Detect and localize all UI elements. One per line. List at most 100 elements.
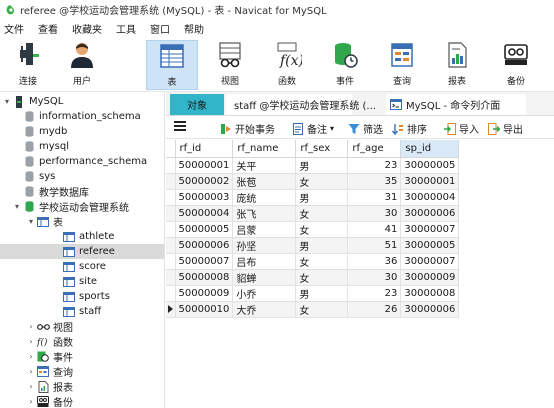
- tab-staff-table[interactable]: staff @学校运动会管理系统 (...: [226, 94, 376, 115]
- tree-tables-group[interactable]: ▾ 表: [26, 214, 63, 229]
- tree-table-sports[interactable]: sports: [62, 289, 110, 304]
- cell-rf-age[interactable]: 35: [347, 173, 402, 190]
- column-header-rf-age[interactable]: rf_age: [347, 140, 402, 158]
- toolbar-user-button[interactable]: 用户: [62, 40, 102, 90]
- row-marker[interactable]: [166, 157, 176, 174]
- cell-rf-sex[interactable]: 女: [295, 269, 349, 286]
- cell-rf-sex[interactable]: 男: [295, 237, 349, 254]
- table-row[interactable]: 50000010 大乔 女 26 30000006: [166, 301, 460, 318]
- row-marker[interactable]: [166, 285, 176, 302]
- cell-sp-id[interactable]: 30000006: [400, 205, 460, 222]
- cell-rf-sex[interactable]: 女: [295, 301, 349, 318]
- chevron-right-icon[interactable]: ›: [26, 367, 36, 376]
- cell-sp-id[interactable]: 30000008: [400, 285, 460, 302]
- cell-rf-id[interactable]: 50000009: [175, 285, 234, 302]
- tree-reports-group[interactable]: › 报表: [26, 379, 73, 394]
- cell-rf-sex[interactable]: 男: [295, 157, 349, 174]
- row-marker[interactable]: [166, 253, 176, 270]
- cell-rf-age[interactable]: 30: [347, 269, 402, 286]
- column-header-rf-name[interactable]: rf_name: [232, 140, 297, 158]
- table-row[interactable]: 50000006 孙坚 男 51 30000005: [166, 237, 460, 254]
- toolbar-backup-button[interactable]: 备份: [496, 40, 536, 90]
- tree-database[interactable]: mydb: [22, 124, 67, 139]
- menu-icon[interactable]: [174, 121, 186, 131]
- tree-views-group[interactable]: › 视图: [26, 319, 73, 334]
- tree-database[interactable]: 教学数据库: [22, 184, 89, 199]
- tree-table-referee[interactable]: referee: [0, 244, 164, 259]
- toolbar-query-button[interactable]: 查询: [382, 40, 422, 90]
- cell-rf-name[interactable]: 吕布: [232, 253, 297, 270]
- cell-rf-id[interactable]: 50000005: [175, 221, 234, 238]
- cell-rf-age[interactable]: 41: [347, 221, 402, 238]
- tree-database[interactable]: information_schema: [22, 109, 141, 124]
- cell-rf-id[interactable]: 50000001: [175, 157, 234, 174]
- export-button[interactable]: 导出: [488, 121, 523, 136]
- chevron-right-icon[interactable]: ›: [26, 352, 36, 361]
- filter-button[interactable]: 筛选: [348, 121, 383, 136]
- tree-database[interactable]: sys: [22, 169, 55, 184]
- menu-favorites[interactable]: 收藏夹: [72, 21, 102, 36]
- toolbar-event-button[interactable]: 事件: [325, 40, 365, 90]
- tree-table-score[interactable]: score: [62, 259, 106, 274]
- cell-rf-age[interactable]: 36: [347, 253, 402, 270]
- table-row[interactable]: 50000001 关平 男 23 30000005: [166, 157, 460, 174]
- row-marker[interactable]: [166, 237, 176, 254]
- cell-rf-id[interactable]: 50000004: [175, 205, 234, 222]
- cell-rf-sex[interactable]: 女: [295, 253, 349, 270]
- cell-rf-sex[interactable]: 男: [295, 285, 349, 302]
- table-row[interactable]: 50000004 张飞 女 30 30000006: [166, 205, 460, 222]
- cell-rf-age[interactable]: 31: [347, 189, 402, 206]
- toolbar-view-button[interactable]: 视图: [210, 40, 250, 90]
- toolbar-connect-button[interactable]: 连接: [8, 40, 48, 90]
- cell-sp-id[interactable]: 30000004: [400, 189, 460, 206]
- cell-rf-id[interactable]: 50000010: [175, 301, 234, 318]
- cell-sp-id[interactable]: 30000006: [400, 301, 460, 318]
- cell-sp-id[interactable]: 30000005: [400, 237, 460, 254]
- begin-transaction-button[interactable]: 开始事务: [220, 121, 275, 136]
- cell-rf-name[interactable]: 吕蒙: [232, 221, 297, 238]
- cell-rf-sex[interactable]: 女: [295, 221, 349, 238]
- tab-mysql-console[interactable]: MySQL - 命令列介面: [386, 94, 526, 115]
- cell-rf-id[interactable]: 50000002: [175, 173, 234, 190]
- cell-rf-age[interactable]: 30: [347, 205, 402, 222]
- cell-rf-id[interactable]: 50000007: [175, 253, 234, 270]
- tree-table-athlete[interactable]: athlete: [62, 229, 114, 244]
- menu-help[interactable]: 帮助: [184, 21, 204, 36]
- cell-rf-id[interactable]: 50000008: [175, 269, 234, 286]
- table-row[interactable]: 50000008 貂蝉 女 30 30000009: [166, 269, 460, 286]
- cell-rf-name[interactable]: 张飞: [232, 205, 297, 222]
- cell-rf-age[interactable]: 51: [347, 237, 402, 254]
- chevron-right-icon[interactable]: ›: [26, 322, 36, 331]
- chevron-down-icon[interactable]: ▾: [26, 217, 36, 226]
- menu-view[interactable]: 查看: [38, 21, 58, 36]
- cell-rf-age[interactable]: 26: [347, 301, 402, 318]
- tree-queries-group[interactable]: › 查询: [26, 364, 73, 379]
- table-row[interactable]: 50000009 小乔 男 23 30000008: [166, 285, 460, 302]
- memo-button[interactable]: 备注 ▾: [292, 121, 334, 136]
- chevron-right-icon[interactable]: ›: [26, 337, 36, 346]
- table-row[interactable]: 50000002 张苞 女 35 30000001: [166, 173, 460, 190]
- cell-rf-name[interactable]: 大乔: [232, 301, 297, 318]
- chevron-down-icon[interactable]: ▾: [2, 97, 12, 106]
- cell-rf-name[interactable]: 张苞: [232, 173, 297, 190]
- cell-sp-id[interactable]: 30000001: [400, 173, 460, 190]
- current-row-marker[interactable]: [166, 301, 176, 318]
- row-marker[interactable]: [166, 189, 176, 206]
- tree-database-open[interactable]: ▾ 学校运动会管理系统: [12, 199, 129, 214]
- chevron-right-icon[interactable]: ›: [26, 382, 36, 391]
- toolbar-report-button[interactable]: 报表: [437, 40, 477, 90]
- cell-rf-name[interactable]: 貂蝉: [232, 269, 297, 286]
- table-row[interactable]: 50000005 吕蒙 女 41 30000007: [166, 221, 460, 238]
- cell-rf-id[interactable]: 50000003: [175, 189, 234, 206]
- cell-rf-name[interactable]: 小乔: [232, 285, 297, 302]
- chevron-right-icon[interactable]: ›: [26, 397, 36, 406]
- cell-rf-name[interactable]: 关平: [232, 157, 297, 174]
- cell-rf-sex[interactable]: 女: [295, 205, 349, 222]
- chevron-down-icon[interactable]: ▾: [330, 124, 334, 133]
- cell-rf-age[interactable]: 23: [347, 285, 402, 302]
- cell-rf-id[interactable]: 50000006: [175, 237, 234, 254]
- tree-functions-group[interactable]: › f() 函数: [26, 334, 73, 349]
- row-marker[interactable]: [166, 221, 176, 238]
- cell-rf-name[interactable]: 庞统: [232, 189, 297, 206]
- tree-backups-group[interactable]: › 备份: [26, 394, 73, 408]
